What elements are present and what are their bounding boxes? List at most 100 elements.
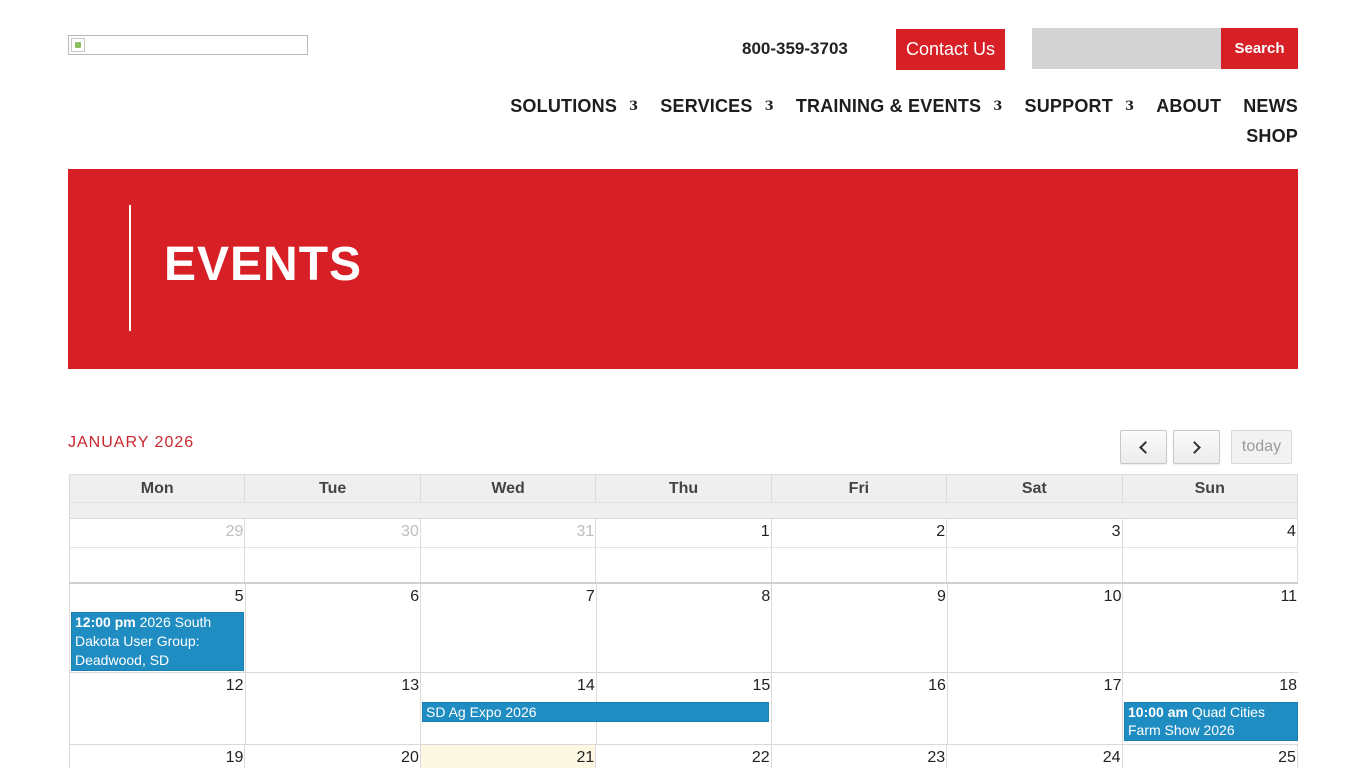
dropdown-arrow-icon: 3: [764, 99, 774, 114]
search-input[interactable]: [1032, 28, 1221, 69]
calendar-day[interactable]: 29: [69, 519, 245, 582]
weekday-label: Thu: [595, 475, 770, 502]
calendar-day[interactable]: 8: [595, 584, 772, 672]
day-number: 25: [1278, 749, 1296, 766]
prev-month-button[interactable]: [1120, 430, 1167, 464]
day-number: 17: [1103, 677, 1122, 694]
day-number: 4: [1287, 523, 1296, 540]
day-number: 5: [234, 588, 244, 605]
calendar-event[interactable]: SD Ag Expo 2026: [422, 702, 769, 722]
day-number: 31: [576, 523, 595, 540]
day-number: 18: [1279, 677, 1298, 694]
weekday-header: Mon Tue Wed Thu Fri Sat Sun: [69, 474, 1298, 502]
day-number: 1: [760, 523, 770, 540]
contact-us-button[interactable]: Contact Us: [896, 29, 1005, 70]
calendar-day[interactable]: 24: [946, 745, 1121, 768]
dropdown-arrow-icon: 3: [629, 99, 639, 114]
nav-solutions[interactable]: SOLUTIONS 3: [510, 96, 638, 117]
day-number: 9: [936, 588, 946, 605]
weekday-label: Mon: [69, 475, 244, 502]
calendar-week: 5 6 7 8 9 10 11 12:00 pm 2026 South Dako…: [69, 582, 1298, 672]
calendar-day[interactable]: 11: [1122, 584, 1298, 672]
calendar-week: 19 20 21 22 23 24 25: [69, 744, 1298, 768]
nav-services[interactable]: SERVICES 3: [660, 96, 774, 117]
dropdown-arrow-icon: 3: [1124, 99, 1135, 114]
calendar-day[interactable]: 30: [244, 519, 420, 582]
day-number: 11: [1280, 588, 1298, 605]
calendar-day[interactable]: 22: [595, 745, 770, 768]
calendar-month-title: JANUARY 2026: [68, 434, 195, 451]
chevron-left-icon: [1139, 440, 1152, 454]
main-nav: SOLUTIONS 3 SERVICES 3 TRAINING & EVENTS 3 …: [488, 96, 1298, 117]
calendar-event[interactable]: 10:00 am Quad Cities Farm Show 2026: [1124, 702, 1298, 741]
day-number: 16: [928, 677, 946, 694]
day-number: 30: [401, 523, 419, 540]
calendar-day[interactable]: 20: [244, 745, 419, 768]
day-number: 19: [225, 749, 244, 766]
calendar-day[interactable]: 25: [1121, 745, 1298, 768]
weekday-label: Tue: [244, 475, 419, 502]
nav-support[interactable]: SUPPORT 3: [1025, 96, 1135, 117]
day-number: 6: [410, 588, 420, 605]
day-number: 3: [1111, 523, 1121, 540]
main-nav-row-2: SHOP: [1224, 126, 1298, 147]
site-logo[interactable]: [68, 35, 308, 55]
chevron-right-icon: [1188, 440, 1201, 454]
day-number: 29: [225, 523, 244, 540]
day-number: 8: [761, 588, 771, 605]
calendar-day[interactable]: 7: [420, 584, 596, 672]
day-number: 2: [936, 523, 946, 540]
calendar-day[interactable]: 16: [771, 673, 947, 744]
calendar-day[interactable]: 19: [69, 745, 244, 768]
day-number: 21: [576, 749, 595, 766]
calendar-day[interactable]: 3: [946, 519, 1122, 582]
all-day-strip: [69, 502, 1298, 518]
day-number: 7: [585, 588, 595, 605]
calendar-day[interactable]: 12: [69, 673, 245, 744]
next-month-button[interactable]: [1173, 430, 1220, 464]
day-number: 12: [225, 677, 244, 694]
nav-shop[interactable]: SHOP: [1246, 126, 1298, 147]
calendar-day-today[interactable]: 21: [419, 745, 596, 768]
calendar-day[interactable]: 10: [946, 584, 1123, 672]
page-hero: EVENTS: [68, 169, 1298, 369]
dropdown-arrow-icon: 3: [993, 99, 1003, 114]
day-number: 24: [1102, 749, 1121, 766]
nav-about[interactable]: ABOUT: [1156, 96, 1221, 117]
nav-training-events[interactable]: TRAINING & EVENTS 3: [796, 96, 1003, 117]
today-button[interactable]: today: [1231, 430, 1292, 464]
search-button[interactable]: Search: [1221, 28, 1298, 69]
day-number: 14: [576, 677, 595, 694]
calendar-day[interactable]: 4: [1121, 519, 1298, 582]
calendar-grid: Mon Tue Wed Thu Fri Sat Sun 29 30 31 1 2…: [69, 474, 1298, 768]
day-number: 23: [927, 749, 946, 766]
calendar-day[interactable]: 6: [244, 584, 421, 672]
calendar-day[interactable]: 31: [419, 519, 596, 582]
calendar-event[interactable]: 12:00 pm 2026 South Dakota User Group: D…: [71, 612, 244, 671]
calendar-day[interactable]: 13: [244, 673, 421, 744]
day-number: 13: [401, 677, 420, 694]
day-number: 15: [752, 677, 771, 694]
calendar-day[interactable]: 2: [770, 519, 947, 582]
calendar-week: 29 30 31 1 2 3 4: [69, 518, 1298, 582]
phone-number[interactable]: 800-359-3703: [742, 39, 848, 59]
day-number: 22: [751, 749, 770, 766]
weekday-label: Sun: [1121, 475, 1298, 502]
nav-news[interactable]: NEWS: [1243, 96, 1298, 117]
event-time: 10:00 am: [1128, 704, 1188, 720]
page-title: EVENTS: [164, 238, 363, 291]
calendar-week: 12 13 14 15 16 17 18 SD Ag Expo 2026 10:…: [69, 672, 1298, 744]
calendar-day[interactable]: 1: [595, 519, 771, 582]
calendar-day[interactable]: 17: [946, 673, 1123, 744]
weekday-label: Sat: [946, 475, 1121, 502]
weekday-label: Fri: [770, 475, 946, 502]
event-time: 12:00 pm: [75, 614, 136, 630]
event-title: SD Ag Expo 2026: [426, 704, 537, 720]
hero-accent-bar: [129, 205, 131, 331]
day-number: 10: [1103, 588, 1122, 605]
weekday-label: Wed: [419, 475, 595, 502]
calendar-day[interactable]: 23: [770, 745, 946, 768]
day-number: 20: [401, 749, 419, 766]
calendar-day[interactable]: 9: [771, 584, 947, 672]
broken-image-icon: [71, 38, 85, 52]
